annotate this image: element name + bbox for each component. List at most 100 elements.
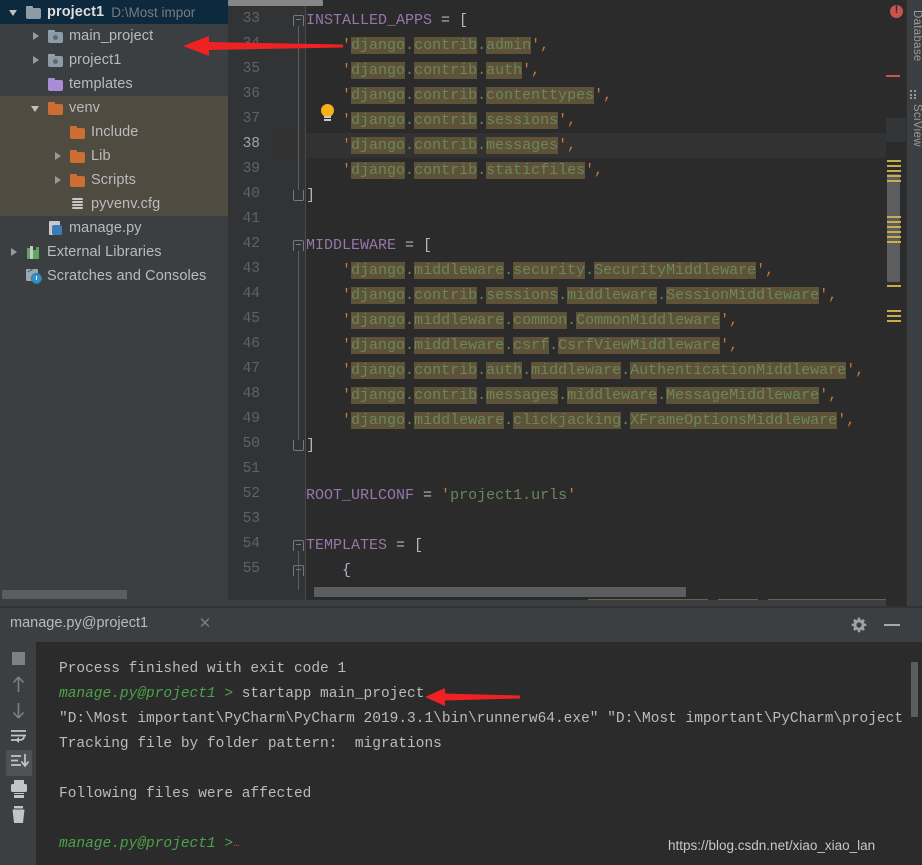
soft-wrap-icon[interactable] — [6, 724, 32, 750]
run-tab-label[interactable]: manage.py@project1 — [10, 615, 148, 631]
scroll-to-end-icon[interactable] — [6, 750, 32, 776]
scratches-icon — [26, 266, 42, 284]
stripe-highlight-marker — [887, 285, 901, 287]
arrow-pointing-to-startapp-command — [425, 686, 520, 708]
minimize-icon[interactable] — [884, 624, 900, 626]
tree-row-external-libraries[interactable]: External Libraries — [0, 240, 228, 264]
tree-row-venv[interactable]: venv — [0, 96, 228, 120]
tree-item-label: venv — [69, 100, 101, 116]
collapse-arrow-icon[interactable] — [30, 102, 43, 115]
stripe-highlight-marker — [887, 241, 901, 243]
stripe-highlight-marker — [887, 310, 901, 312]
expand-arrow-icon[interactable] — [8, 246, 21, 259]
gear-icon[interactable] — [851, 617, 867, 633]
template-folder-icon — [48, 77, 64, 91]
up-arrow-icon[interactable] — [6, 672, 32, 698]
code-line: 'django.contrib.staticfiles', — [342, 162, 604, 179]
line-number: 51 — [242, 461, 260, 477]
code-editor[interactable]: 3334353637383940414243444546474849505152… — [228, 0, 894, 608]
lightbulb-icon[interactable] — [320, 104, 335, 122]
line-number: 46 — [242, 336, 260, 352]
tree-row-include[interactable]: Include — [0, 120, 228, 144]
project-panel-hscrollbar-thumb[interactable] — [2, 590, 127, 599]
code-fold-end-icon[interactable] — [293, 440, 304, 451]
stripe-highlight-marker — [887, 221, 901, 223]
run-tool-window: manage.py@project1 ✕ Process finished wi… — [0, 608, 922, 865]
project-path-label: D:\Most impor — [111, 4, 196, 20]
line-number: 37 — [242, 111, 260, 127]
close-icon[interactable]: ✕ — [198, 616, 212, 631]
line-number: 47 — [242, 361, 260, 377]
code-line: 'django.middleware.security.SecurityMidd… — [342, 262, 775, 279]
tool-button-sciview[interactable]: SciView — [907, 104, 922, 147]
sciview-grid-icon[interactable] — [910, 90, 919, 100]
tree-row-scripts[interactable]: Scripts — [0, 168, 228, 192]
print-icon[interactable] — [6, 776, 32, 802]
line-number: 49 — [242, 411, 260, 427]
line-number: 44 — [242, 286, 260, 302]
editor-error-stripe[interactable] — [886, 0, 906, 608]
console-vscrollbar-thumb[interactable] — [911, 662, 918, 717]
console-toolbar — [0, 642, 36, 865]
tree-row-manage-py[interactable]: manage.py — [0, 216, 228, 240]
line-number: 35 — [242, 61, 260, 77]
tree-row-project-root[interactable]: project1 D:\Most impor — [0, 0, 228, 24]
code-line: INSTALLED_APPS = [ — [306, 12, 469, 29]
expand-arrow-icon[interactable] — [52, 150, 65, 163]
watermark-url: https://blog.csdn.net/xiao_xiao_lan — [668, 838, 876, 853]
code-fold-start-icon[interactable]: − — [293, 240, 304, 251]
expand-arrow-icon[interactable] — [30, 30, 43, 43]
tree-item-label: External Libraries — [47, 244, 162, 260]
stripe-error-marker[interactable] — [886, 75, 900, 77]
venv-folder-icon — [70, 149, 86, 163]
editor-gutter[interactable]: 3334353637383940414243444546474849505152… — [228, 6, 306, 608]
tree-row-lib[interactable]: Lib — [0, 144, 228, 168]
fold-connector-line — [298, 251, 299, 440]
line-number: 45 — [242, 311, 260, 327]
venv-folder-icon — [48, 101, 64, 115]
stripe-highlight-marker — [887, 216, 901, 218]
editor-code-area[interactable]: INSTALLED_APPS = [ 'django.contrib.admin… — [306, 6, 894, 608]
code-fold-start-icon[interactable]: − — [293, 15, 304, 26]
expand-arrow-icon[interactable] — [52, 174, 65, 187]
venv-folder-icon — [70, 173, 86, 187]
tree-item-label: main_project — [69, 28, 154, 44]
stripe-scroll-thumb[interactable] — [887, 174, 900, 282]
console-prompt-line: manage.py@project1 > — [59, 836, 234, 852]
line-number: 39 — [242, 161, 260, 177]
tree-item-label: pyvenv.cfg — [91, 196, 161, 212]
line-number: 36 — [242, 86, 260, 102]
line-number: 52 — [242, 486, 260, 502]
stripe-highlight-marker — [887, 170, 901, 172]
editor-bottom-hscrollbar[interactable] — [306, 587, 894, 598]
editor-bottom-hscrollbar-thumb[interactable] — [314, 587, 686, 597]
console-output[interactable]: Process finished with exit code 1 manage.… — [36, 642, 922, 865]
tree-item-label: templates — [69, 76, 133, 92]
down-arrow-icon[interactable] — [6, 698, 32, 724]
tree-item-label: manage.py — [69, 220, 142, 236]
code-line: TEMPLATES = [ — [306, 537, 424, 554]
console-output-line: Following files were affected — [59, 786, 312, 802]
code-fold-start-icon[interactable]: − — [293, 540, 304, 551]
trash-icon[interactable] — [6, 802, 32, 828]
tool-button-database[interactable]: Database — [907, 10, 922, 62]
tree-row-templates[interactable]: templates — [0, 72, 228, 96]
tree-item-label: project1 — [47, 4, 105, 20]
stripe-zone-background — [886, 118, 906, 142]
code-line: { — [306, 562, 352, 579]
code-line: 'django.contrib.contenttypes', — [342, 87, 613, 104]
console-caret-squiggle: … — [233, 838, 240, 850]
project-tool-window: project1 D:\Most impor main_project project… — [0, 0, 228, 608]
line-number: 42 — [242, 236, 260, 252]
collapse-arrow-icon[interactable] — [8, 6, 21, 19]
error-indicator-icon[interactable] — [890, 4, 903, 18]
tree-row-pyvenv-cfg[interactable]: pyvenv.cfg — [0, 192, 228, 216]
stop-icon[interactable] — [6, 646, 32, 672]
line-number: 50 — [242, 436, 260, 452]
line-number: 40 — [242, 186, 260, 202]
tree-row-scratches-and-consoles[interactable]: Scratches and Consoles — [0, 264, 228, 288]
code-line: ] — [306, 187, 316, 204]
code-fold-end-icon[interactable] — [293, 190, 304, 201]
line-number: 43 — [242, 261, 260, 277]
expand-arrow-icon[interactable] — [30, 54, 43, 67]
